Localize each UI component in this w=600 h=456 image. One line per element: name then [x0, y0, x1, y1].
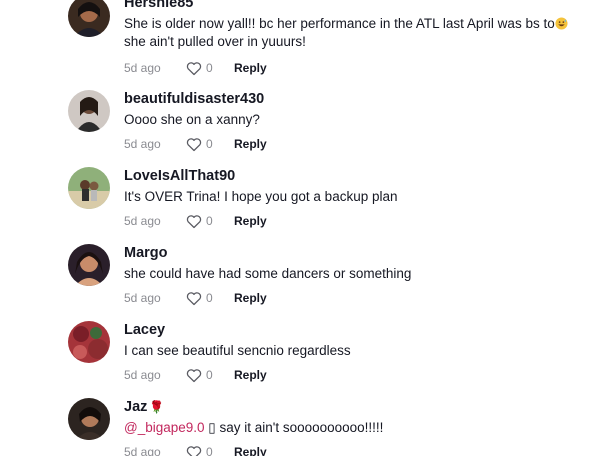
avatar[interactable] — [68, 167, 110, 209]
comment-meta: 5d ago 0 Reply — [124, 213, 267, 229]
comment-text-line: she ain't pulled over in yuuurs! — [124, 34, 306, 49]
comment-meta: 5d ago 0 Reply — [124, 444, 267, 456]
comment-meta: 5d ago 0 Reply — [124, 290, 267, 306]
comment-username[interactable]: LoveIsAllThat90 — [124, 168, 235, 184]
like-count: 0 — [206, 368, 213, 382]
like-count: 0 — [206, 61, 213, 75]
like-button[interactable]: 0 — [186, 61, 234, 76]
comment-username[interactable]: Lacey — [124, 322, 165, 338]
like-button[interactable]: 0 — [186, 137, 234, 152]
heart-outline-icon — [186, 291, 202, 305]
comment-list: Hershie85 She is older now yall!! bc her… — [0, 0, 600, 456]
like-button[interactable]: 0 — [186, 445, 234, 456]
reply-button[interactable]: Reply — [234, 214, 267, 228]
comment-item: Lacey I can see beautiful sencnio regard… — [0, 321, 600, 398]
username-text: Jaz — [124, 399, 148, 415]
reply-button[interactable]: Reply — [234, 445, 267, 456]
avatar[interactable] — [68, 321, 110, 363]
comment-item: Margo she could have had some dancers or… — [0, 244, 600, 321]
comment-date: 5d ago — [124, 137, 161, 151]
comment-username[interactable]: beautifuldisaster430 — [124, 91, 264, 107]
reply-button[interactable]: Reply — [234, 291, 267, 305]
comment-date: 5d ago — [124, 61, 161, 75]
like-count: 0 — [206, 291, 213, 305]
comment-date: 5d ago — [124, 214, 161, 228]
mention-link[interactable]: @_bigape9.0 — [124, 420, 205, 435]
comment-item: beautifuldisaster430 Oooo she on a xanny… — [0, 90, 600, 167]
comment-meta: 5d ago 0 Reply — [124, 136, 267, 152]
comment-username[interactable]: Jaz 🌹 — [124, 399, 164, 415]
heart-outline-icon — [186, 445, 202, 456]
heart-outline-icon — [186, 214, 202, 228]
avatar[interactable] — [68, 90, 110, 132]
heart-outline-icon — [186, 61, 202, 75]
sweat-smile-emoji-icon — [555, 17, 568, 30]
comment-meta: 5d ago 0 Reply — [124, 367, 267, 383]
comment-text-line: say it ain't soooooooooo!!!!! — [219, 420, 384, 435]
reply-button[interactable]: Reply — [234, 368, 267, 382]
comment-text: I can see beautiful sencnio regardless — [124, 343, 351, 358]
like-count: 0 — [206, 137, 213, 151]
like-button[interactable]: 0 — [186, 214, 234, 229]
like-count: 0 — [206, 445, 213, 456]
comment-date: 5d ago — [124, 368, 161, 382]
avatar[interactable] — [68, 398, 110, 440]
comment-username[interactable]: Hershie85 — [124, 0, 193, 11]
comment-text: she could have had some dancers or somet… — [124, 266, 412, 281]
heart-outline-icon — [186, 368, 202, 382]
heart-outline-icon — [186, 137, 202, 151]
comment-text: It's OVER Trina! I hope you got a backup… — [124, 189, 398, 204]
comment-text: Oooo she on a xanny? — [124, 112, 260, 127]
avatar[interactable] — [68, 244, 110, 286]
reply-button[interactable]: Reply — [234, 137, 267, 151]
comment-item: LoveIsAllThat90 It's OVER Trina! I hope … — [0, 167, 600, 244]
comment-text: She is older now yall!! bc her performan… — [124, 15, 584, 51]
comment-date: 5d ago — [124, 445, 161, 456]
comment-item: Hershie85 She is older now yall!! bc her… — [0, 0, 600, 75]
comment-date: 5d ago — [124, 291, 161, 305]
unknown-glyph: ▯ — [208, 420, 216, 435]
comment-text-line: She is older now yall!! bc her performan… — [124, 16, 555, 31]
rose-emoji-icon: 🌹 — [149, 400, 165, 414]
like-count: 0 — [206, 214, 213, 228]
reply-button[interactable]: Reply — [234, 61, 267, 75]
comment-item: Jaz 🌹 @_bigape9.0 ▯ say it ain't sooooooo… — [0, 398, 600, 456]
comment-meta: 5d ago 0 Reply — [124, 60, 267, 76]
comment-text: @_bigape9.0 ▯ say it ain't soooooooooo!!… — [124, 419, 584, 437]
avatar[interactable] — [68, 0, 110, 37]
like-button[interactable]: 0 — [186, 368, 234, 383]
comment-username[interactable]: Margo — [124, 245, 168, 261]
like-button[interactable]: 0 — [186, 291, 234, 306]
